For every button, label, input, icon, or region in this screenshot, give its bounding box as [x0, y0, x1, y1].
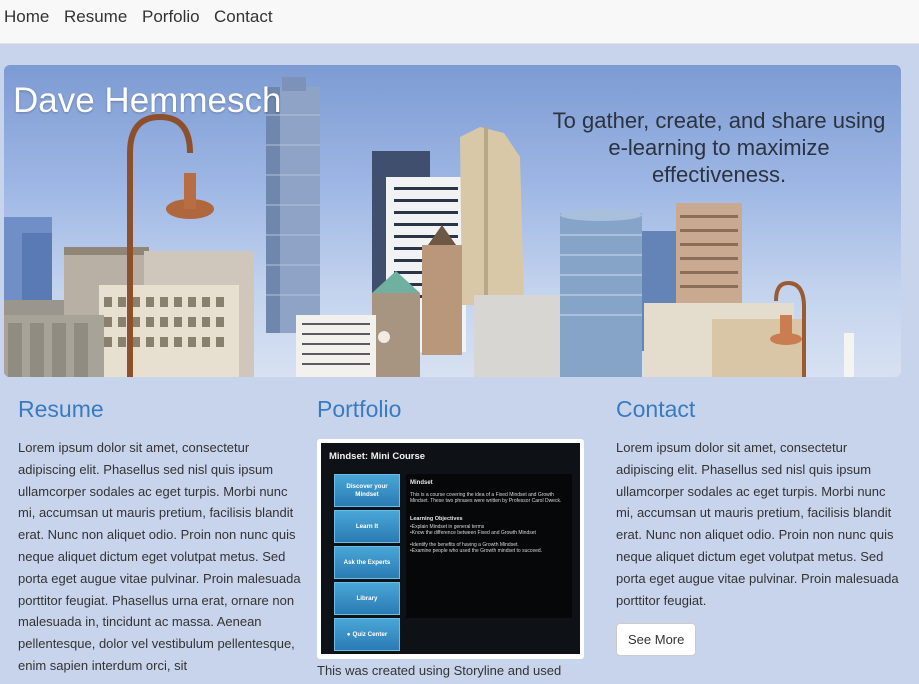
resume-body: Lorem ipsum dolor sit amet, consectetur … — [18, 440, 301, 673]
course-info-panel: Mindset This is a course covering the id… — [406, 474, 572, 618]
see-more-button[interactable]: See More — [616, 623, 697, 657]
resume-section: Resume Lorem ipsum dolor sit amet, conse… — [18, 396, 305, 677]
portfolio-thumbnail[interactable]: Mindset: Mini Course Discover your Minds… — [317, 439, 584, 659]
lock-icon: ● — [346, 630, 351, 638]
nav-resume-link[interactable]: Resume — [64, 7, 127, 27]
resume-heading: Resume — [18, 396, 104, 422]
hero-banner: Dave Hemmesch To gather, create, and sha… — [4, 65, 901, 377]
course-button-experts[interactable]: Ask the Experts — [334, 546, 400, 579]
objective-2: •Know the difference between Fixed and G… — [410, 530, 536, 536]
course-button-discover[interactable]: Discover your Mindset — [334, 474, 400, 507]
course-title: Mindset: Mini Course — [329, 451, 426, 462]
contact-heading: Contact — [616, 396, 696, 422]
contact-section: Contact Lorem ipsum dolor sit amet, cons… — [616, 396, 903, 657]
panel-text: This is a course covering the idea of a … — [410, 492, 562, 504]
quiz-center-label: Quiz Center — [352, 630, 388, 638]
course-button-library[interactable]: Library — [334, 582, 400, 615]
hero-name: Dave Hemmesch — [13, 81, 282, 120]
nav-portfolio-link[interactable]: Porfolio — [142, 7, 200, 27]
objective-4: •Examine people who used the Growth mind… — [410, 548, 543, 554]
hero-tagline: To gather, create, and share using e-lea… — [552, 108, 886, 187]
portfolio-section: Portfolio Mindset: Mini Course Discover … — [317, 396, 604, 678]
contact-body: Lorem ipsum dolor sit amet, consectetur … — [616, 440, 899, 608]
course-button-learn[interactable]: Learn It — [334, 510, 400, 543]
course-button-quiz[interactable]: ● Quiz Center — [334, 618, 400, 651]
objectives-title: Learning Objectives — [410, 516, 463, 522]
portfolio-heading: Portfolio — [317, 396, 402, 422]
panel-title: Mindset — [410, 480, 433, 486]
top-navbar: Home Resume Porfolio Contact — [0, 0, 919, 44]
course-screenshot: Mindset: Mini Course Discover your Minds… — [321, 443, 580, 654]
portfolio-caption: This was created using Storyline and use… — [317, 663, 562, 678]
nav-contact-link[interactable]: Contact — [214, 7, 273, 27]
nav-home-link[interactable]: Home — [4, 7, 49, 27]
